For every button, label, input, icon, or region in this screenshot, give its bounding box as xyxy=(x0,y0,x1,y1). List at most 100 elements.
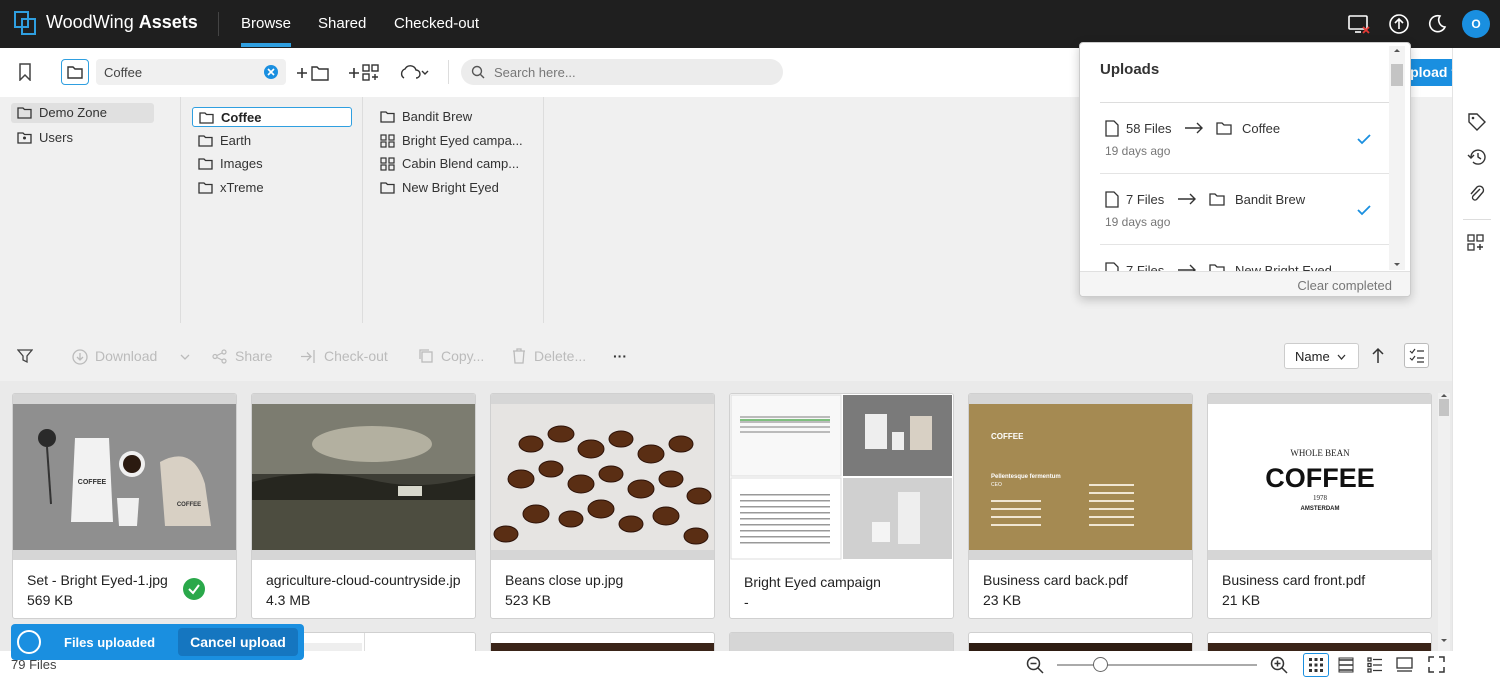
add-to-collection-icon[interactable] xyxy=(1467,234,1485,252)
arrow-right-icon xyxy=(1185,122,1203,134)
asset-card[interactable]: Beans close up.jpg 523 KB xyxy=(490,393,715,619)
search-input[interactable]: Search here... xyxy=(461,59,783,85)
tab-checked-out[interactable]: Checked-out xyxy=(394,15,479,32)
folder-icon xyxy=(199,112,214,124)
zoom-slider-track[interactable] xyxy=(1057,664,1257,666)
uploads-panel: Uploads 58 Files Coffee 19 days ago 7 Fi… xyxy=(1079,42,1411,297)
folder-path-field[interactable]: Coffee xyxy=(96,59,286,85)
asset-card[interactable] xyxy=(729,632,954,651)
tree-item-bandit-brew[interactable]: Bandit Brew xyxy=(374,107,534,127)
download-button[interactable]: Download xyxy=(95,348,157,364)
thumb-coffee-label: COFFEE xyxy=(1265,463,1375,493)
sort-field-select[interactable]: Name xyxy=(1284,343,1359,369)
cancel-upload-button[interactable]: Cancel upload xyxy=(178,628,298,656)
woodwing-logo-icon xyxy=(14,11,36,35)
asset-card[interactable]: COFFEE COFFEE Set - Bright Eyed-1.jpg 56… xyxy=(12,393,237,619)
tree-item-cabin-blend-campaign[interactable]: Cabin Blend camp... xyxy=(374,154,534,174)
asset-action-bar: Download Share Check-out Copy... Delete.… xyxy=(0,331,1452,381)
upload-item[interactable]: 58 Files Coffee 19 days ago xyxy=(1100,103,1390,174)
thumbnail-view-button[interactable] xyxy=(1303,653,1329,677)
copy-icon xyxy=(419,349,433,363)
filter-icon[interactable] xyxy=(17,348,33,364)
delete-button[interactable]: Delete... xyxy=(534,348,586,364)
sort-ascending-icon[interactable] xyxy=(1371,347,1385,364)
folder-icon xyxy=(380,111,395,123)
tab-browse[interactable]: Browse xyxy=(241,15,292,47)
uploads-list: 58 Files Coffee 19 days ago 7 Files Band… xyxy=(1100,102,1390,271)
uploads-title: Uploads xyxy=(1100,61,1160,78)
attachment-icon[interactable] xyxy=(1469,184,1485,204)
thumb-whole-bean: WHOLE BEAN xyxy=(1290,448,1350,458)
more-actions-button[interactable]: ··· xyxy=(613,348,627,364)
checklist-icon xyxy=(1409,348,1424,363)
upload-item[interactable]: 7 Files Bandit Brew 19 days ago xyxy=(1100,174,1390,245)
tree-item-label: Users xyxy=(39,130,73,145)
asset-card[interactable]: agriculture-cloud-countryside.jpg 4.3 MB xyxy=(251,393,476,619)
tab-shared[interactable]: Shared xyxy=(318,15,366,32)
grid-scrollbar[interactable] xyxy=(1438,393,1450,651)
zoom-out-icon[interactable] xyxy=(1026,656,1044,674)
tree-item-earth[interactable]: Earth xyxy=(192,131,352,151)
dark-mode-moon-icon[interactable] xyxy=(1425,12,1449,36)
folder-browser-toggle[interactable] xyxy=(61,59,89,85)
fullscreen-icon[interactable] xyxy=(1428,656,1445,673)
business-card-front-image: WHOLE BEAN COFFEE 1978 AMSTERDAM xyxy=(1208,404,1431,550)
asset-thumbnail xyxy=(969,643,1192,651)
tree-item-images[interactable]: Images xyxy=(192,154,352,174)
tree-item-xtreme[interactable]: xTreme xyxy=(192,178,352,198)
asset-card[interactable] xyxy=(1207,632,1432,651)
tree-item-demo-zone[interactable]: Demo Zone xyxy=(11,103,154,123)
folder-icon xyxy=(1209,264,1225,271)
asset-thumbnail xyxy=(491,643,714,651)
asset-size: 23 KB xyxy=(983,592,1022,608)
collection-card[interactable]: Bright Eyed campaign - xyxy=(729,393,954,619)
tree-item-coffee[interactable]: Coffee xyxy=(192,107,352,127)
asset-card[interactable] xyxy=(968,632,1193,651)
clear-completed-link[interactable]: Clear completed xyxy=(1297,278,1392,293)
new-collection-icon[interactable] xyxy=(348,63,380,83)
zoom-slider-handle[interactable] xyxy=(1093,657,1108,672)
share-icon xyxy=(212,349,227,364)
tree-item-users[interactable]: Users xyxy=(11,128,154,148)
tree-item-bright-eyed-campaign[interactable]: Bright Eyed campa... xyxy=(374,131,534,151)
collection-preview-image xyxy=(730,394,953,560)
bookmark-icon[interactable] xyxy=(17,63,33,81)
asset-size: 523 KB xyxy=(505,592,551,608)
collection-thumbnail-grid xyxy=(730,394,953,560)
history-icon[interactable] xyxy=(1467,148,1487,166)
upload-item[interactable]: 7 Files New Bright Eyed xyxy=(1100,245,1390,271)
file-icon xyxy=(1105,120,1119,137)
cloud-sync-dropdown-icon[interactable] xyxy=(399,63,431,83)
user-avatar[interactable]: O xyxy=(1462,10,1490,38)
copy-button[interactable]: Copy... xyxy=(441,348,484,364)
uploads-scrollbar[interactable] xyxy=(1389,46,1405,270)
folder-icon xyxy=(198,182,213,194)
asset-card[interactable]: WHOLE BEAN COFFEE 1978 AMSTERDAM Busines… xyxy=(1207,393,1432,619)
folder-icon xyxy=(198,158,213,170)
preview-view-icon[interactable] xyxy=(1396,657,1413,673)
thumb-coffee-label: COFFEE xyxy=(78,479,107,486)
clear-path-icon[interactable] xyxy=(264,65,278,79)
list-view-icon[interactable] xyxy=(1338,657,1354,673)
checkout-button[interactable]: Check-out xyxy=(324,348,388,364)
countryside-image xyxy=(252,404,475,550)
thumb-coffee-label: COFFEE xyxy=(991,432,1024,441)
asset-card[interactable]: COFFEE Pellentesque fermentum CEO Busine… xyxy=(968,393,1193,619)
search-icon xyxy=(471,65,485,79)
share-button[interactable]: Share xyxy=(235,348,272,364)
chevron-down-icon[interactable] xyxy=(180,353,190,361)
zoom-in-icon[interactable] xyxy=(1270,656,1288,674)
multi-select-toggle[interactable] xyxy=(1404,343,1429,368)
tree-item-new-bright-eyed[interactable]: New Bright Eyed xyxy=(374,178,534,198)
upload-progress-icon xyxy=(17,630,41,654)
upload-destination: Coffee xyxy=(1242,121,1281,136)
upload-status-icon[interactable] xyxy=(1387,12,1411,36)
detail-list-view-icon[interactable] xyxy=(1367,657,1383,673)
upload-destination: Bandit Brew xyxy=(1235,192,1306,207)
new-folder-icon[interactable] xyxy=(296,64,330,82)
folder-icon xyxy=(1216,122,1232,135)
asset-card[interactable] xyxy=(490,632,715,651)
tag-icon[interactable] xyxy=(1468,113,1486,131)
uploads-footer: Clear completed xyxy=(1080,271,1410,296)
display-error-icon[interactable] xyxy=(1347,12,1371,36)
